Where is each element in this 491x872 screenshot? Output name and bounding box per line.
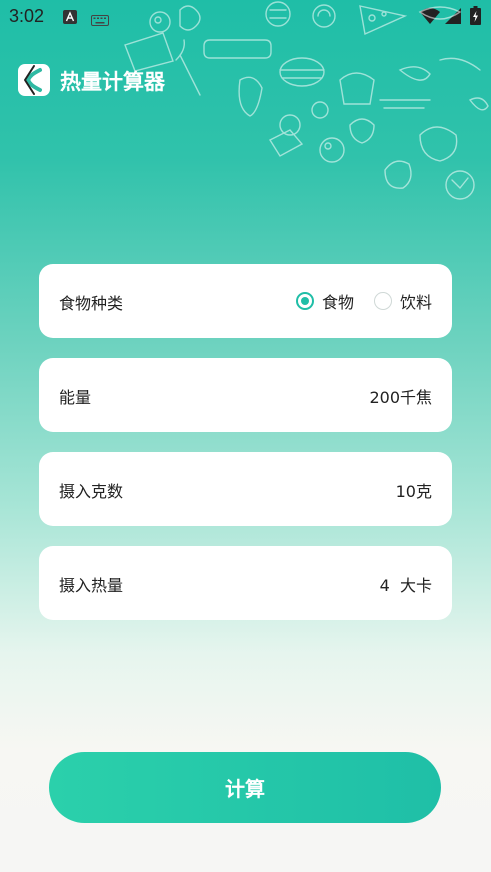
- signal-icon: [445, 8, 461, 28]
- page-title: 热量计算器: [60, 70, 165, 94]
- calories-label: 摄入热量: [59, 576, 124, 595]
- grams-card[interactable]: 摄入克数 10克: [39, 452, 452, 526]
- calories-card: 摄入热量 4 大卡: [39, 546, 452, 620]
- calories-value: 4 大卡: [379, 576, 432, 595]
- radio-food[interactable]: 食物: [295, 289, 354, 313]
- radio-drink[interactable]: 饮料: [373, 289, 432, 313]
- radio-food-label: 食物: [321, 293, 354, 312]
- radio-checked-icon: [295, 292, 314, 310]
- radio-drink-label: 饮料: [399, 293, 432, 312]
- app-header: 热量计算器: [0, 54, 491, 106]
- wifi-icon: [420, 8, 440, 28]
- back-button[interactable]: [18, 64, 50, 96]
- calculate-button[interactable]: 计算: [49, 752, 441, 823]
- grams-value[interactable]: 10克: [396, 478, 432, 502]
- grams-label: 摄入克数: [59, 482, 124, 501]
- chevron-left-icon: [24, 65, 42, 95]
- food-type-label: 食物种类: [59, 294, 124, 313]
- energy-card[interactable]: 能量 200千焦: [39, 358, 452, 432]
- energy-label: 能量: [59, 388, 92, 407]
- a-letter-icon: [63, 9, 77, 28]
- status-time: 3:02: [9, 6, 45, 26]
- food-type-radio-group: 食物 饮料: [295, 289, 432, 313]
- energy-value[interactable]: 200千焦: [369, 384, 432, 408]
- food-type-card: 食物种类 食物 饮料: [39, 264, 452, 338]
- battery-charging-icon: [470, 6, 481, 29]
- status-bar: 3:02: [0, 0, 491, 34]
- radio-unchecked-icon: [373, 292, 392, 310]
- keyboard-icon: [91, 11, 109, 30]
